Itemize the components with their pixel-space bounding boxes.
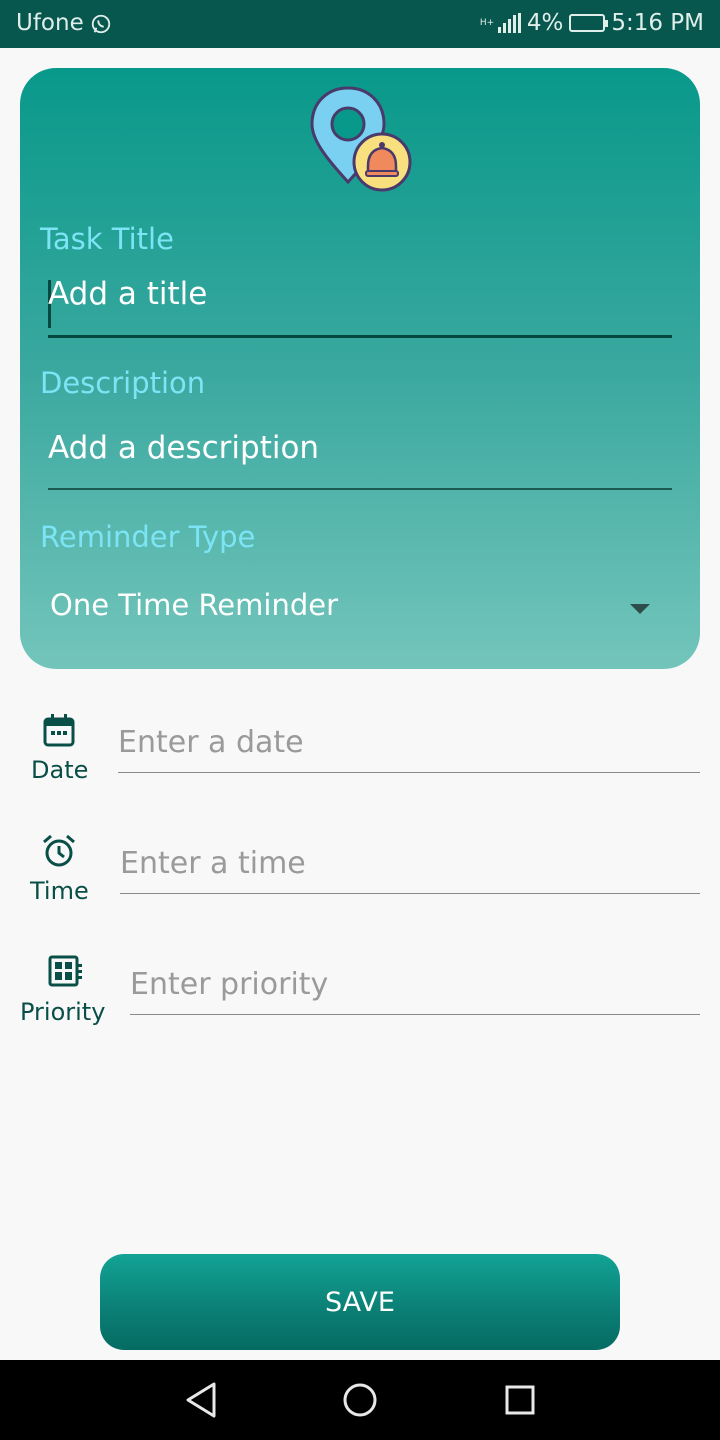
time-input[interactable]: Enter a time [120,844,700,894]
navigation-bar [0,1360,720,1440]
recents-icon[interactable] [504,1380,536,1420]
back-icon[interactable] [184,1380,218,1420]
priority-label: Priority [20,998,106,1026]
title-input-text: Add a title [48,276,208,312]
description-label: Description [40,366,206,400]
network-type: H+ [479,17,495,28]
title-underline [48,335,672,338]
calendar-icon [43,714,75,747]
whatsapp-icon [91,14,111,34]
reminder-type-value: One Time Reminder [50,588,339,622]
signal-icon [497,13,521,33]
priority-grid-icon [48,955,82,987]
status-indicators: H+ 4% 5:16 PM [480,10,704,36]
clock: 5:16 PM [611,10,704,36]
status-bar: Ufone H+ 4% 5:16 PM [0,0,720,48]
date-placeholder: Enter a date [118,725,304,760]
date-label: Date [31,756,89,784]
description-input-text: Add a description [48,430,320,466]
task-card: Task Title Add a title Description Add a… [20,68,700,669]
priority-input[interactable]: Enter priority [130,965,700,1015]
date-input[interactable]: Enter a date [118,723,700,773]
time-label: Time [30,877,89,905]
time-row: Time Enter a time [0,826,720,936]
priority-placeholder: Enter priority [130,967,329,1002]
reminder-type-dropdown[interactable]: One Time Reminder [50,588,650,632]
title-input[interactable]: Add a title [48,276,672,338]
reminder-type-label: Reminder Type [40,520,256,554]
battery-icon [569,14,609,32]
alarm-clock-icon [43,834,75,867]
date-row: Date Enter a date [0,705,720,815]
priority-row: Priority Enter priority [0,947,720,1057]
dropdown-arrow-icon [630,604,650,614]
time-placeholder: Enter a time [120,846,306,881]
description-underline [48,488,672,490]
save-button[interactable]: SAVE [100,1254,620,1350]
location-reminder-icon [310,86,412,192]
home-icon[interactable] [342,1380,378,1420]
carrier-name: Ufone [16,10,84,36]
description-input[interactable]: Add a description [48,430,672,490]
battery-percent: 4% [526,10,564,36]
task-title-label: Task Title [40,222,174,256]
